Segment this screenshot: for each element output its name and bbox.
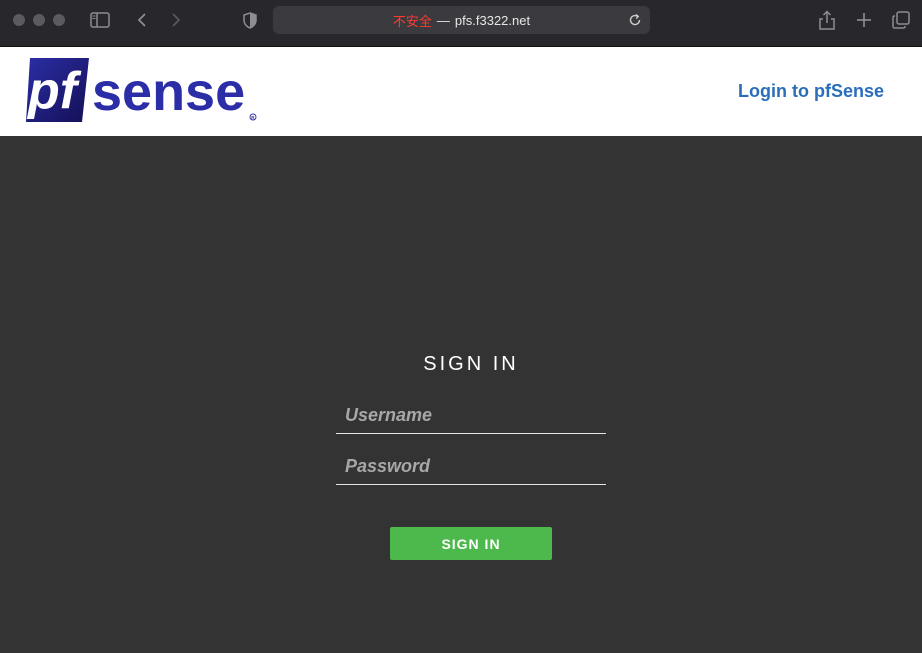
pfsense-logo[interactable]: pf sense R	[26, 58, 258, 124]
sidebar-toggle-icon[interactable]	[90, 11, 110, 29]
forward-icon[interactable]	[168, 11, 184, 29]
address-separator: —	[436, 12, 450, 28]
address-bar[interactable]: 不安全 — pfs.f3322.net	[273, 6, 650, 34]
password-field	[336, 449, 606, 485]
security-warning-label: 不安全	[392, 13, 432, 29]
username-field	[336, 398, 606, 434]
tab-overview-icon[interactable]	[891, 10, 911, 30]
logo-text-sense: sense	[92, 62, 245, 122]
new-tab-icon[interactable]	[855, 11, 873, 29]
privacy-shield-icon[interactable]	[241, 10, 259, 30]
header-login-title: Login to pfSense	[738, 81, 884, 101]
password-input[interactable]	[336, 449, 606, 484]
browser-toolbar: 不安全 — pfs.f3322.net	[0, 0, 922, 47]
page-header: pf sense R Login to pfSense	[0, 47, 922, 136]
share-icon[interactable]	[818, 9, 836, 31]
sign-in-heading: SIGN IN	[423, 353, 519, 375]
reload-icon[interactable]	[628, 13, 642, 27]
url-text: pfs.f3322.net	[454, 12, 531, 28]
sign-in-button[interactable]: SIGN IN	[390, 527, 552, 560]
logo-text-pf: pf	[26, 62, 82, 120]
zoom-window-button[interactable]	[53, 14, 65, 26]
username-input[interactable]	[336, 398, 606, 433]
back-icon[interactable]	[134, 11, 150, 29]
close-window-button[interactable]	[13, 14, 25, 26]
minimize-window-button[interactable]	[33, 14, 45, 26]
